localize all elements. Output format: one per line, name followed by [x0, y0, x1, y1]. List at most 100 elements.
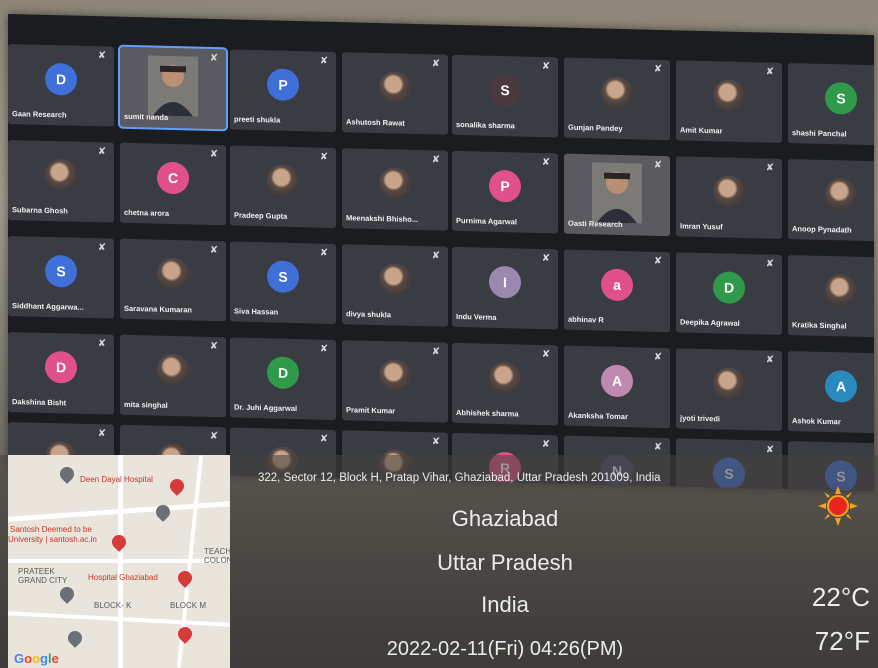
- participant-tile[interactable]: ✘ Amit Kumar: [676, 60, 782, 143]
- participant-photo-avatar: [379, 263, 411, 296]
- participant-avatar: D: [267, 356, 299, 390]
- mic-muted-icon: ✘: [209, 244, 219, 257]
- participant-name: Dakshina Bisht: [12, 397, 67, 408]
- participant-name: sonalika sharma: [456, 119, 515, 131]
- hospital-pin-icon: [109, 532, 129, 552]
- participant-avatar: D: [45, 350, 77, 384]
- participant-tile[interactable]: ✘ Ashutosh Rawat: [342, 52, 448, 135]
- participant-name: Oasti Research: [568, 218, 623, 230]
- participant-tile[interactable]: ✘ a abhinav R: [564, 249, 670, 333]
- participant-tile[interactable]: ✘ D Gaan Research: [8, 44, 114, 127]
- mic-muted-icon: ✘: [765, 162, 775, 174]
- participant-name: mita singhal: [124, 399, 168, 410]
- participant-photo-avatar: [157, 257, 189, 291]
- participant-name: abhinav R: [568, 314, 604, 325]
- google-logo: Google: [14, 651, 59, 666]
- participant-avatar: C: [157, 161, 189, 195]
- participant-tile[interactable]: ✘AAshok Kumar: [788, 351, 874, 434]
- participant-tile[interactable]: ✘ Pramit Kumar: [342, 340, 448, 423]
- participant-name: divya shukla: [346, 309, 392, 320]
- participant-name: Meenakshi Bhisho...: [346, 213, 419, 225]
- participant-tile[interactable]: ✘ jyoti trivedi: [676, 348, 782, 431]
- map-pin-icon: [65, 628, 85, 648]
- laptop-screen: ✘ D Gaan Research ✘ sumit nanda ✘ Ppreeti shuk…: [8, 14, 874, 492]
- mic-muted-icon: ✘: [319, 433, 329, 445]
- participant-tile[interactable]: ✘ P Purnima Agarwal: [452, 150, 558, 234]
- temperature-fahrenheit: 72°F: [814, 626, 870, 656]
- participant-name: sumit nanda: [124, 111, 169, 122]
- sunny-weather-icon: [818, 486, 858, 526]
- participant-row: ✘ D Gaan Research ✘ sumit nanda ✘ Ppreeti shuk…: [8, 44, 874, 150]
- mic-muted-icon: ✘: [97, 338, 107, 350]
- participant-photo-avatar: [713, 367, 745, 401]
- map-label: Santosh Deemed to be: [10, 525, 92, 534]
- participant-tile[interactable]: ✘ Ppreeti shukla: [230, 49, 336, 133]
- mic-muted-icon: ✘: [97, 242, 107, 254]
- mic-muted-icon: ✘: [209, 340, 219, 353]
- participant-photo-avatar: [489, 361, 521, 395]
- participant-video-feed: [592, 162, 642, 224]
- mic-muted-icon: ✘: [541, 253, 551, 265]
- map-label: Hospital Ghaziabad: [88, 573, 158, 582]
- participant-photo-avatar: [825, 177, 857, 211]
- participant-tile[interactable]: ✘ Pradeep Gupta: [230, 145, 336, 229]
- participant-name: Dr. Juhi Aggarwal: [234, 402, 298, 414]
- participant-avatar: S: [825, 81, 857, 115]
- mic-muted-icon: ✘: [431, 250, 441, 262]
- state-text: Uttar Pradesh: [437, 550, 573, 575]
- participant-tile[interactable]: ✘ Gunjan Pandey: [564, 57, 670, 141]
- participant-tile[interactable]: ✘ D Dakshina Bisht: [8, 332, 114, 415]
- mic-muted-icon: ✘: [541, 349, 551, 361]
- map-label: PRATEEK GRAND CITY: [18, 567, 68, 585]
- participant-tile[interactable]: ✘ Meenakshi Bhisho...: [342, 148, 448, 231]
- participant-tile[interactable]: ✘ Imran Yusuf: [676, 156, 782, 239]
- participant-tile[interactable]: ✘ Saravana Kumaran: [120, 238, 226, 322]
- participant-tile[interactable]: ✘Anoop Pynadath: [788, 159, 874, 242]
- participant-tile[interactable]: ✘ Ssonalika sharma: [452, 54, 558, 138]
- map-pin-icon: [57, 464, 77, 484]
- mic-muted-icon: ✘: [319, 343, 329, 355]
- participant-tile[interactable]: ✘Kratika Singhal: [788, 255, 874, 338]
- participant-tile[interactable]: ✘ mita singhal: [120, 334, 226, 418]
- location-map: Deen Dayal Hospital Santosh Deemed to be…: [8, 455, 230, 668]
- participant-avatar: A: [825, 369, 857, 403]
- participant-name: Siddhant Aggarwa...: [12, 301, 84, 312]
- participant-tile[interactable]: ✘ S Siva Hassan: [230, 241, 336, 325]
- participant-name: Anoop Pynadath: [792, 224, 852, 235]
- participant-tile[interactable]: ✘ divya shukla: [342, 244, 448, 327]
- participant-name: Abhishek sharma: [456, 407, 519, 419]
- participant-tile[interactable]: ✘ A Akanksha Tomar: [564, 345, 670, 429]
- participant-tile[interactable]: ✘Sshashi Panchal: [788, 63, 874, 146]
- mic-muted-icon: ✘: [97, 146, 107, 158]
- participant-name: Purnima Agarwal: [456, 215, 517, 227]
- participant-tile[interactable]: ✘ I Indu Verma: [452, 246, 558, 330]
- mic-muted-icon: ✘: [541, 157, 551, 169]
- participant-tile[interactable]: ✘ D Deepika Agrawal: [676, 252, 782, 335]
- mic-muted-icon: ✘: [653, 63, 663, 75]
- participant-name: Saravana Kumaran: [124, 303, 192, 315]
- participant-avatar: S: [45, 254, 77, 288]
- participant-video-feed: [148, 55, 198, 117]
- participant-name: Akanksha Tomar: [568, 410, 628, 422]
- mic-muted-icon: ✘: [653, 255, 663, 267]
- mic-muted-icon: ✘: [765, 66, 775, 78]
- participant-tile[interactable]: ✘ Oasti Research: [564, 153, 670, 237]
- mic-muted-icon: ✘: [209, 52, 219, 65]
- participant-tile[interactable]: ✘ Cchetna arora: [120, 142, 226, 226]
- participant-name: shashi Panchal: [792, 128, 847, 139]
- mic-muted-icon: ✘: [319, 55, 329, 67]
- participant-photo-avatar: [379, 167, 411, 200]
- city-text: Ghaziabad: [451, 506, 559, 531]
- participant-tile[interactable]: ✘ S Siddhant Aggarwa...: [8, 236, 114, 319]
- map-label: Deen Dayal Hospital: [80, 475, 153, 484]
- participant-tile[interactable]: ✘ Subarna Ghosh: [8, 140, 114, 223]
- mic-muted-icon: ✘: [209, 430, 219, 443]
- participant-photo-avatar: [713, 175, 745, 209]
- participant-tile[interactable]: ✘ Abhishek sharma: [452, 342, 558, 426]
- mic-muted-icon: ✘: [431, 154, 441, 166]
- hospital-pin-icon: [175, 624, 195, 644]
- participant-tile[interactable]: ✘ sumit nanda: [120, 46, 226, 130]
- participant-tile[interactable]: ✘ D Dr. Juhi Aggarwal: [230, 337, 336, 421]
- participant-name: Ashok Kumar: [792, 416, 841, 427]
- participant-name: Imran Yusuf: [680, 221, 723, 232]
